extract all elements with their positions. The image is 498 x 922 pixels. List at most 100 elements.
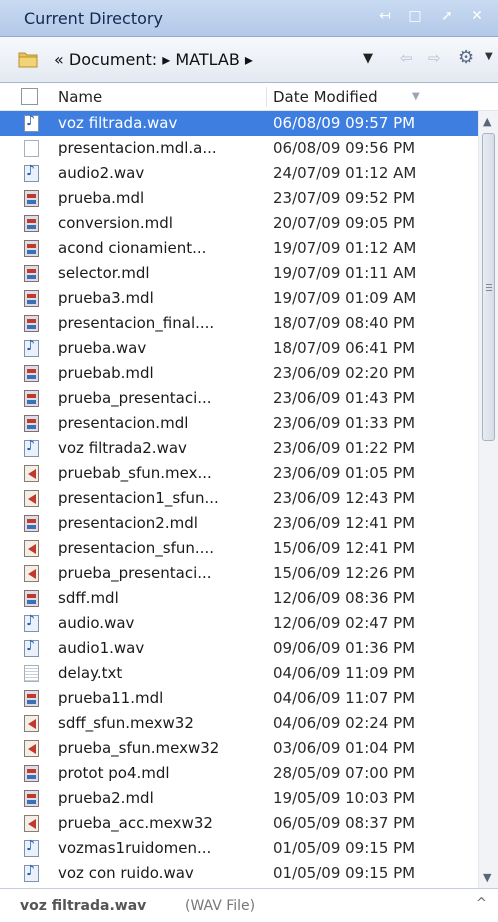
file-row[interactable]: prueba_presentaci... 15/06/09 12:26 PM xyxy=(0,561,478,586)
sort-descending-icon: ▼ xyxy=(412,91,420,102)
file-row[interactable]: prueba2.mdl 19/05/09 10:03 PM xyxy=(0,786,478,811)
status-file-type: (WAV File) xyxy=(185,898,256,914)
file-name: protot po4.mdl xyxy=(58,764,170,782)
file-date-modified: 04/06/09 11:07 PM xyxy=(273,689,416,707)
file-name: prueba_presentaci... xyxy=(58,564,212,582)
file-date-modified: 09/06/09 01:36 PM xyxy=(273,639,416,657)
file-row[interactable]: prueba11.mdl 04/06/09 11:07 PM xyxy=(0,686,478,711)
undock-icon[interactable]: ↤ xyxy=(374,6,396,26)
mdl-file-icon xyxy=(24,390,39,407)
file-row[interactable]: presentacion_final.... 18/07/09 08:40 PM xyxy=(0,311,478,336)
status-file-name: voz filtrada.wav xyxy=(20,898,147,914)
scrollbar-thumb[interactable] xyxy=(482,133,495,441)
txt-file-icon xyxy=(24,665,39,682)
select-all-checkbox[interactable] xyxy=(21,88,38,105)
collapse-details-icon[interactable]: ^ xyxy=(476,896,487,911)
file-name: sdff_sfun.mexw32 xyxy=(58,714,194,732)
doc-file-icon xyxy=(24,140,39,157)
file-row[interactable]: acond cionamient... 19/07/09 01:12 AM xyxy=(0,236,478,261)
mdl-file-icon xyxy=(24,265,39,282)
file-row[interactable]: presentacion2.mdl 23/06/09 12:41 PM xyxy=(0,511,478,536)
file-name: presentacion_sfun.... xyxy=(58,539,214,557)
wav-file-icon xyxy=(24,613,39,632)
file-date-modified: 24/07/09 01:12 AM xyxy=(273,164,417,182)
file-date-modified: 06/08/09 09:56 PM xyxy=(273,139,416,157)
mex-file-icon xyxy=(24,540,39,557)
gear-icon[interactable]: ⚙ xyxy=(458,47,474,68)
back-arrow-icon[interactable]: ⇦ xyxy=(400,49,413,67)
scroll-down-icon[interactable]: ▼ xyxy=(483,871,491,884)
column-date-header[interactable]: Date Modified xyxy=(273,88,378,106)
folder-icon xyxy=(18,52,38,68)
file-name: audio1.wav xyxy=(58,639,145,657)
file-name: presentacion.mdl.a... xyxy=(58,139,217,157)
file-date-modified: 23/06/09 01:22 PM xyxy=(273,439,416,457)
file-row[interactable]: prueba.wav 18/07/09 06:41 PM xyxy=(0,336,478,361)
file-date-modified: 15/06/09 12:41 PM xyxy=(273,539,416,557)
file-row[interactable]: voz filtrada2.wav 23/06/09 01:22 PM xyxy=(0,436,478,461)
file-row[interactable]: prueba3.mdl 19/07/09 01:09 AM xyxy=(0,286,478,311)
file-date-modified: 01/05/09 09:15 PM xyxy=(273,839,416,857)
file-date-modified: 18/07/09 08:40 PM xyxy=(273,314,416,332)
file-name: conversion.mdl xyxy=(58,214,173,232)
mdl-file-icon xyxy=(24,240,39,257)
file-row[interactable]: pruebab.mdl 23/06/09 02:20 PM xyxy=(0,361,478,386)
forward-arrow-icon[interactable]: ⇨ xyxy=(428,49,441,67)
file-row[interactable]: voz filtrada.wav 06/08/09 09:57 PM xyxy=(0,111,478,136)
mdl-file-icon xyxy=(24,590,39,607)
file-row[interactable]: presentacion_sfun.... 15/06/09 12:41 PM xyxy=(0,536,478,561)
file-row[interactable]: protot po4.mdl 28/05/09 07:00 PM xyxy=(0,761,478,786)
file-row[interactable]: selector.mdl 19/07/09 01:11 AM xyxy=(0,261,478,286)
minimize-icon[interactable]: ➚ xyxy=(436,6,458,26)
file-date-modified: 18/07/09 06:41 PM xyxy=(273,339,416,357)
file-row[interactable]: prueba_presentaci... 23/06/09 01:43 PM xyxy=(0,386,478,411)
file-name: prueba11.mdl xyxy=(58,689,164,707)
file-row[interactable]: audio.wav 12/06/09 02:47 PM xyxy=(0,611,478,636)
file-date-modified: 19/07/09 01:12 AM xyxy=(273,239,417,257)
file-row[interactable]: prueba_acc.mexw32 06/05/09 08:37 PM xyxy=(0,811,478,836)
file-row[interactable]: conversion.mdl 20/07/09 09:05 PM xyxy=(0,211,478,236)
file-row[interactable]: voz con ruido.wav 01/05/09 09:15 PM xyxy=(0,861,478,886)
file-row[interactable]: pruebab_sfun.mex... 23/06/09 01:05 PM xyxy=(0,461,478,486)
mex-file-icon xyxy=(24,815,39,832)
mdl-file-icon xyxy=(24,190,39,207)
mex-file-icon xyxy=(24,465,39,482)
file-row[interactable]: presentacion.mdl 23/06/09 01:33 PM xyxy=(0,411,478,436)
file-row[interactable]: vozmas1ruidomen... 01/05/09 09:15 PM xyxy=(0,836,478,861)
mex-file-icon xyxy=(24,490,39,507)
file-name: prueba2.mdl xyxy=(58,789,154,807)
file-date-modified: 06/05/09 08:37 PM xyxy=(273,814,416,832)
file-date-modified: 12/06/09 02:47 PM xyxy=(273,614,416,632)
mdl-file-icon xyxy=(24,415,39,432)
file-row[interactable]: audio1.wav 09/06/09 01:36 PM xyxy=(0,636,478,661)
file-date-modified: 19/07/09 01:09 AM xyxy=(273,289,417,307)
file-row[interactable]: sdff.mdl 12/06/09 08:36 PM xyxy=(0,586,478,611)
file-list: voz filtrada.wav 06/08/09 09:57 PM present… xyxy=(0,111,478,888)
file-row[interactable]: sdff_sfun.mexw32 04/06/09 02:24 PM xyxy=(0,711,478,736)
maximize-icon[interactable]: □ xyxy=(404,6,426,26)
file-date-modified: 04/06/09 02:24 PM xyxy=(273,714,416,732)
column-separator[interactable] xyxy=(266,87,267,107)
column-name-header[interactable]: Name xyxy=(58,88,102,106)
file-row[interactable]: prueba_sfun.mexw32 03/06/09 01:04 PM xyxy=(0,736,478,761)
file-name: acond cionamient... xyxy=(58,239,207,257)
file-date-modified: 01/05/09 09:15 PM xyxy=(273,864,416,882)
file-name: presentacion1_sfun... xyxy=(58,489,219,507)
file-row[interactable]: audio2.wav 24/07/09 01:12 AM xyxy=(0,161,478,186)
file-name: voz con ruido.wav xyxy=(58,864,194,882)
scroll-up-icon[interactable]: ▲ xyxy=(483,115,491,128)
address-path[interactable]: « Document: ▸ MATLAB ▸ xyxy=(54,50,253,69)
file-name: audio2.wav xyxy=(58,164,145,182)
file-row[interactable]: presentacion1_sfun... 23/06/09 12:43 PM xyxy=(0,486,478,511)
wav-file-icon xyxy=(24,838,39,857)
address-dropdown-icon[interactable]: ▼ xyxy=(363,51,373,66)
mdl-file-icon xyxy=(24,315,39,332)
file-row[interactable]: presentacion.mdl.a... 06/08/09 09:56 PM xyxy=(0,136,478,161)
vertical-scrollbar[interactable]: ▲ ▼ xyxy=(478,111,498,888)
file-row[interactable]: prueba.mdl 23/07/09 09:52 PM xyxy=(0,186,478,211)
file-name: vozmas1ruidomen... xyxy=(58,839,212,857)
gear-dropdown-icon[interactable]: ▼ xyxy=(485,51,493,62)
close-icon[interactable]: ✕ xyxy=(466,6,488,26)
mdl-file-icon xyxy=(24,215,39,232)
file-row[interactable]: delay.txt 04/06/09 11:09 PM xyxy=(0,661,478,686)
